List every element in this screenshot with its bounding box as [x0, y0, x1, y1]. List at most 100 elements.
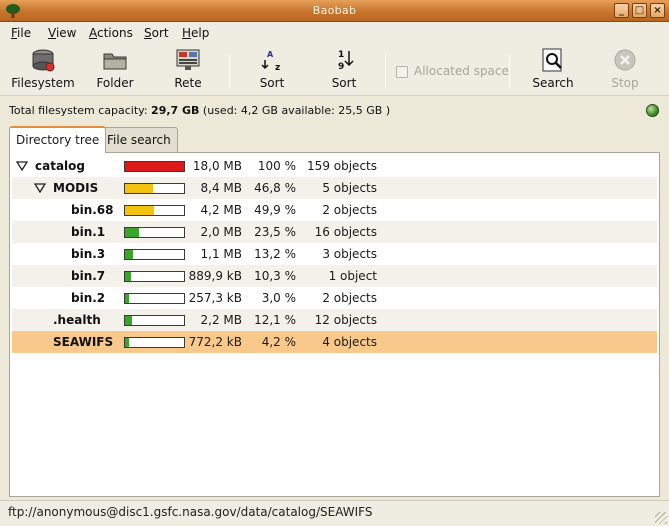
- menu-view[interactable]: View: [48, 26, 76, 40]
- tree-row-size: 18,0 MB: [192, 159, 242, 173]
- sort-alpha-button[interactable]: A z Sort: [252, 48, 292, 94]
- folder-icon: [103, 53, 127, 70]
- tree-row-objects: 4 objects: [322, 335, 377, 349]
- usage-bar: [124, 183, 185, 194]
- minimize-button[interactable]: _: [614, 3, 629, 18]
- tab-file-search[interactable]: File search: [100, 127, 178, 152]
- tree-row-name: catalog: [35, 159, 85, 173]
- toolbar-separator: [385, 54, 386, 88]
- folder-button[interactable]: Folder: [92, 48, 138, 94]
- tree-row-size: 257,3 kB: [188, 291, 242, 305]
- maximize-button[interactable]: □: [632, 3, 647, 18]
- tree-row-objects: 2 objects: [322, 291, 377, 305]
- svg-text:9: 9: [338, 62, 344, 72]
- rete-button[interactable]: Rete: [168, 48, 208, 94]
- tree-row[interactable]: catalog 18,0 MB 100 % 159 objects: [12, 155, 657, 177]
- filesystem-button[interactable]: Filesystem: [10, 48, 76, 94]
- tree-row-size: 8,4 MB: [200, 181, 242, 195]
- network-icon: [176, 49, 200, 70]
- allocated-space-label: Allocated space: [414, 64, 509, 78]
- capacity-suffix: (used: 4,2 GB available: 25,5 GB ): [199, 104, 391, 117]
- usage-bar: [124, 337, 185, 348]
- tree-row-percent: 100 %: [257, 159, 296, 173]
- tree-row-objects: 3 objects: [322, 247, 377, 261]
- folder-label: Folder: [96, 76, 134, 90]
- status-bar: ftp://anonymous@disc1.gsfc.nasa.gov/data…: [0, 500, 669, 526]
- usage-bar-fill: [125, 184, 153, 193]
- menu-actions-rest: ctions: [97, 26, 133, 40]
- capacity-prefix: Total filesystem capacity:: [9, 104, 152, 117]
- tree-row[interactable]: bin.1 2,0 MB 23,5 % 16 objects: [12, 221, 657, 243]
- tree-row-name: bin.68: [71, 203, 114, 217]
- search-icon: [542, 48, 562, 72]
- tree-row-name: bin.2: [71, 291, 106, 305]
- resize-grip-icon[interactable]: [655, 512, 667, 524]
- tree-row-percent: 3,0 %: [261, 291, 296, 305]
- tree-row-percent: 12,1 %: [254, 313, 296, 327]
- tree-row[interactable]: MODIS 8,4 MB 46,8 % 5 objects: [12, 177, 657, 199]
- stop-label: Stop: [611, 76, 639, 90]
- capacity-text: Total filesystem capacity: 29,7 GB (used…: [9, 104, 390, 117]
- tree-row-objects: 16 objects: [314, 225, 377, 239]
- search-button[interactable]: Search: [530, 48, 576, 94]
- sort-alpha-icon: A z: [261, 50, 280, 72]
- sort-alpha-label: Sort: [259, 76, 285, 90]
- tree-row-objects: 5 objects: [322, 181, 377, 195]
- sort-numeric-icon: 1 9: [338, 50, 354, 72]
- directory-tree-panel: catalog 18,0 MB 100 % 159 objects MODIS 8,4 M…: [9, 152, 660, 497]
- menu-sort[interactable]: Sort: [144, 26, 169, 40]
- tree-row[interactable]: bin.3 1,1 MB 13,2 % 3 objects: [12, 243, 657, 265]
- tree-row-percent: 4,2 %: [261, 335, 296, 349]
- tree-row[interactable]: bin.7 889,9 kB 10,3 % 1 object: [12, 265, 657, 287]
- harddisk-icon: [32, 49, 55, 72]
- stop-button[interactable]: Stop: [606, 48, 644, 94]
- allocated-space-checkbox[interactable]: [396, 66, 408, 78]
- tree-row-size: 4,2 MB: [200, 203, 242, 217]
- sort-numeric-label: Sort: [331, 76, 357, 90]
- tree-row-size: 1,1 MB: [200, 247, 242, 261]
- usage-bar-fill: [125, 162, 184, 171]
- close-button[interactable]: ×: [650, 3, 665, 18]
- tree-row-name: bin.3: [71, 247, 106, 261]
- title-bar: Baobab _ □ ×: [0, 0, 669, 22]
- menu-view-rest: iew: [55, 26, 77, 40]
- tree-row[interactable]: SEAWIFS 772,2 kB 4,2 % 4 objects: [12, 331, 657, 353]
- tree-row[interactable]: bin.68 4,2 MB 49,9 % 2 objects: [12, 199, 657, 221]
- expander-triangle-icon[interactable]: [34, 182, 46, 194]
- usage-bar-fill: [125, 250, 133, 259]
- toolbar-separator: [229, 54, 230, 88]
- menu-file-rest: ile: [17, 26, 32, 40]
- tree-row-objects: 1 object: [328, 269, 377, 283]
- tree-row-percent: 49,9 %: [254, 203, 296, 217]
- svg-text:z: z: [275, 63, 280, 72]
- tree-row-name: SEAWIFS: [53, 335, 114, 349]
- toolbar-separator: [509, 54, 510, 88]
- tree-row-name: bin.7: [71, 269, 106, 283]
- tree-row-size: 772,2 kB: [188, 335, 242, 349]
- tree-row-objects: 2 objects: [322, 203, 377, 217]
- menu-file[interactable]: File: [11, 26, 31, 40]
- sort-numeric-button[interactable]: 1 9 Sort: [324, 48, 364, 94]
- capacity-total: 29,7 GB: [151, 104, 200, 117]
- menu-help-rest: elp: [191, 26, 210, 40]
- tree-row[interactable]: bin.2 257,3 kB 3,0 % 2 objects: [12, 287, 657, 309]
- rete-label: Rete: [174, 76, 202, 90]
- menu-sort-rest: ort: [151, 26, 169, 40]
- menu-actions[interactable]: Actions: [89, 26, 133, 40]
- tree-row-size: 889,9 kB: [188, 269, 242, 283]
- usage-bar: [124, 271, 185, 282]
- tree-row-percent: 13,2 %: [254, 247, 296, 261]
- filesystem-label: Filesystem: [11, 76, 75, 90]
- usage-bar-fill: [125, 206, 155, 215]
- menu-help[interactable]: Help: [182, 26, 209, 40]
- tab-directory-tree[interactable]: Directory tree: [9, 126, 107, 153]
- status-led-icon: [646, 104, 659, 117]
- usage-bar: [124, 293, 185, 304]
- tree-row[interactable]: .health 2,2 MB 12,1 % 12 objects: [12, 309, 657, 331]
- usage-bar: [124, 227, 185, 238]
- usage-bar: [124, 315, 185, 326]
- usage-bar: [124, 161, 185, 172]
- tree-row-objects: 12 objects: [314, 313, 377, 327]
- expander-triangle-icon[interactable]: [16, 160, 28, 172]
- usage-bar-fill: [125, 316, 133, 325]
